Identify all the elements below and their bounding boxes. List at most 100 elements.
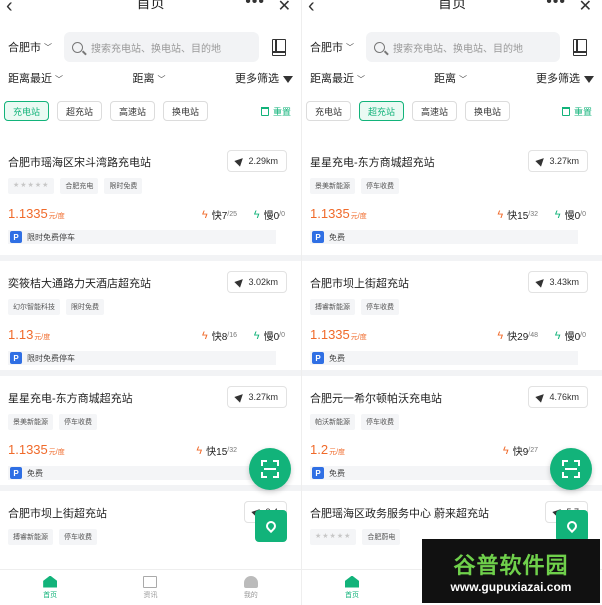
search-row: 合肥市 ﹀ 搜索充电站、换电站、目的地	[0, 30, 301, 64]
user-icon	[243, 575, 258, 588]
scan-button[interactable]	[550, 448, 592, 490]
home-icon	[43, 575, 58, 588]
price-value: 1.1335	[8, 442, 48, 457]
city-selector[interactable]: 合肥市 ﹀	[310, 39, 366, 55]
fast-charge-icon: ϟ	[196, 444, 203, 457]
station-tags: 帕沃新能源 停车收费	[310, 414, 594, 430]
fast-charger-count: ϟ 快7/25	[201, 208, 237, 223]
station-tag: 停车收费	[361, 178, 399, 194]
city-selector[interactable]: 合肥市 ﹀	[8, 39, 64, 55]
slow-charge-icon: ϟ	[554, 329, 561, 342]
nav-mine-label: 我的	[243, 591, 258, 599]
navigation-arrow-icon	[234, 276, 247, 288]
station-card[interactable]: 星星充电-东方商城超充站 3.27km 景美新能源 停车收费 1.1335 元/度 …	[302, 140, 602, 255]
navigation-arrow-icon	[234, 391, 247, 403]
navigation-arrow-icon	[234, 155, 247, 167]
sort-label: 距离最近	[8, 73, 52, 85]
tab-highway[interactable]: 高速站	[110, 101, 156, 121]
more-icon[interactable]: •••	[245, 0, 265, 11]
back-icon[interactable]: ‹	[308, 0, 315, 18]
funnel-icon	[283, 75, 293, 83]
distance-value: 3.02km	[248, 277, 278, 287]
nav-home[interactable]: 首页	[0, 570, 100, 605]
sort-filter[interactable]: 距离最近 ﹀	[310, 70, 365, 86]
station-tag: 景美新能源	[310, 178, 355, 194]
close-icon[interactable]: ✕	[278, 0, 291, 16]
nav-info[interactable]: 资讯	[100, 570, 200, 605]
station-tag: 合肥蔚电	[362, 529, 401, 545]
price-row: 1.1335元/度 ϟ快15/32 ϟ	[8, 442, 293, 458]
tab-supercharge[interactable]: 超充站	[359, 101, 405, 121]
parking-info: P 限时免费停车	[8, 351, 276, 365]
more-icon[interactable]: •••	[546, 0, 566, 11]
nav-home[interactable]: 首页	[302, 570, 402, 605]
distance-label: 距离	[132, 73, 155, 85]
close-icon[interactable]: ✕	[579, 0, 592, 16]
watermark-title: 谷普软件园	[453, 553, 569, 578]
parking-icon: P	[10, 467, 22, 479]
sort-filter[interactable]: 距离最近 ﹀	[8, 70, 63, 86]
parking-text: 免费	[329, 468, 345, 478]
book-button[interactable]	[265, 33, 293, 61]
search-placeholder: 搜索充电站、换电站、目的地	[393, 43, 523, 55]
rating-stars: ★★★★★	[8, 178, 55, 194]
map-button[interactable]	[556, 510, 588, 542]
map-button[interactable]	[255, 510, 287, 542]
price-unit: 元/度	[48, 213, 65, 220]
price-row: 1.2元/度 ϟ快9/27 ϟ	[310, 442, 594, 458]
station-tag: 合肥充电	[60, 178, 99, 194]
sort-label: 距离最近	[310, 73, 354, 85]
navigation-arrow-icon	[535, 391, 548, 403]
scan-button[interactable]	[249, 448, 291, 490]
navigation-arrow-icon	[535, 155, 548, 167]
station-card[interactable]: 奕筱桔大通路力天酒店超充站 3.02km 幻尔智能科技 限时免费 1.13 元/度 …	[0, 255, 301, 370]
slow-charge-icon: ϟ	[253, 208, 260, 221]
station-card[interactable]: 合肥市瑶海区宋斗湾路充电站 2.29km ★★★★★ 合肥充电 限时免费 1.133…	[0, 140, 301, 255]
price-unit: 元/度	[48, 449, 65, 456]
tab-charging[interactable]: 充电站	[4, 101, 50, 121]
more-filter[interactable]: 更多筛选	[536, 70, 594, 86]
search-input[interactable]: 搜索充电站、换电站、目的地	[366, 32, 560, 62]
more-filter[interactable]: 更多筛选	[235, 70, 293, 86]
navigation-arrow-icon	[535, 276, 548, 288]
station-tags: 搏睿新能源 停车收费	[8, 529, 293, 545]
nav-mine[interactable]: 我的	[201, 570, 301, 605]
fast-charger-count: ϟ 快29/48	[497, 329, 538, 344]
distance-value: 2.29km	[248, 156, 278, 166]
station-tag: 停车收费	[361, 299, 399, 315]
station-tag: 限时免费	[104, 178, 143, 194]
search-placeholder: 搜索充电站、换电站、目的地	[91, 43, 221, 55]
station-card[interactable]: 合肥市坝上街超充站 3.43km 搏睿新能源 停车收费 1.1335 元/度 ϟ 快2…	[302, 255, 602, 370]
more-filter-label: 更多筛选	[536, 73, 580, 85]
reset-button[interactable]: 重置	[260, 105, 291, 118]
chevron-down-icon: ﹀	[44, 42, 52, 52]
distance-filter[interactable]: 距离 ﹀	[434, 70, 467, 86]
tab-battery-swap[interactable]: 换电站	[163, 101, 209, 121]
back-icon[interactable]: ‹	[6, 0, 13, 18]
navigate-button[interactable]: 3.02km	[227, 271, 287, 293]
tab-supercharge[interactable]: 超充站	[57, 101, 103, 121]
navigate-button[interactable]: 4.76km	[528, 386, 588, 408]
search-input[interactable]: 搜索充电站、换电站、目的地	[64, 32, 259, 62]
chevron-down-icon: ﹀	[357, 75, 365, 84]
navigate-button[interactable]: 2.29km	[227, 150, 287, 172]
page-title: 首页	[136, 0, 165, 11]
reset-button[interactable]: 重置	[561, 105, 592, 118]
slow-charger-count: ϟ 慢0/0	[554, 329, 586, 344]
fast-charger-count: ϟ 快15/32	[196, 444, 237, 459]
station-tag: 停车收费	[361, 414, 399, 430]
price-unit: 元/度	[34, 334, 51, 341]
parking-icon: P	[312, 352, 324, 364]
distance-filter[interactable]: 距离 ﹀	[133, 70, 166, 86]
tab-highway[interactable]: 高速站	[412, 101, 458, 121]
tab-battery-swap[interactable]: 换电站	[465, 101, 511, 121]
navigate-button[interactable]: 3.27km	[528, 150, 588, 172]
tab-charging[interactable]: 充电站	[306, 101, 352, 121]
fast-charge-icon: ϟ	[497, 329, 504, 342]
filter-row: 距离最近 ﹀ 距离 ﹀ 更多筛选	[0, 64, 301, 92]
filter-row: 距离最近 ﹀ 距离 ﹀ 更多筛选	[302, 64, 602, 92]
navigate-button[interactable]: 3.27km	[227, 386, 287, 408]
book-button[interactable]	[566, 33, 594, 61]
navigate-button[interactable]: 3.43km	[528, 271, 588, 293]
price-value: 1.13	[8, 327, 34, 342]
